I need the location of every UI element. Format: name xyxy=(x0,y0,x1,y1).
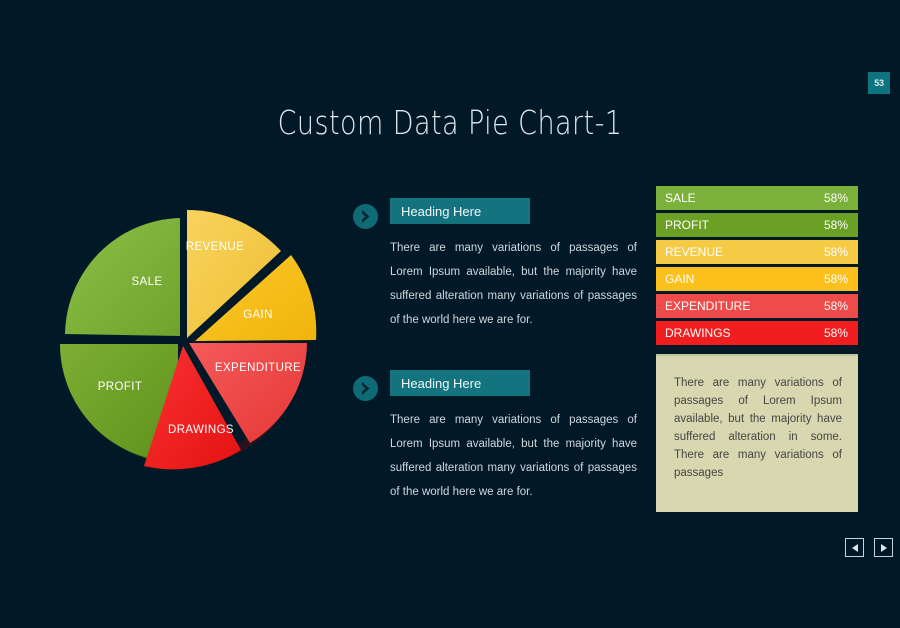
content-column: Heading Here There are many variations o… xyxy=(352,198,637,534)
triangle-right-icon xyxy=(880,543,887,552)
legend-label-expenditure: EXPENDITURE xyxy=(665,299,751,313)
page-title: Custom Data Pie Chart-1 xyxy=(277,103,623,142)
legend-label-revenue: REVENUE xyxy=(665,245,724,259)
pie-chart-svg: SALE PROFIT REVENUE GAIN EXPENDITURE DRA… xyxy=(60,209,317,470)
previous-slide-button[interactable] xyxy=(845,538,864,557)
pie-slice-label-expenditure: EXPENDITURE xyxy=(215,362,301,374)
section-heading-1: Heading Here xyxy=(390,198,530,224)
pie-slice-label-profit: PROFIT xyxy=(98,381,143,393)
section-body-2: There are many variations of passages of… xyxy=(390,414,637,498)
legend-value-drawings: 58% xyxy=(823,326,848,340)
content-block-1: Heading Here There are many variations o… xyxy=(352,198,637,332)
page-number-badge: 53 xyxy=(868,72,890,94)
legend-value-gain: 58% xyxy=(823,272,848,286)
pie-slice-label-gain: GAIN xyxy=(243,309,273,321)
legend-label-profit: PROFIT xyxy=(665,218,709,232)
slide-canvas: 53 Custom Data Pie Chart-1 SALE PROFIT R… xyxy=(0,0,900,628)
section-body-1: There are many variations of passages of… xyxy=(390,242,637,326)
pie-slice-label-revenue: REVENUE xyxy=(186,241,244,253)
chevron-right-circle-icon[interactable] xyxy=(352,375,379,402)
note-box-text: There are many variations of passages of… xyxy=(674,377,842,479)
note-box: There are many variations of passages of… xyxy=(656,354,858,512)
content-block-2: Heading Here There are many variations o… xyxy=(352,370,637,504)
chevron-right-circle-icon[interactable] xyxy=(352,203,379,230)
legend-row-revenue[interactable]: REVENUE 58% xyxy=(656,240,858,264)
section-heading-2: Heading Here xyxy=(390,370,530,396)
pie-slice-label-sale: SALE xyxy=(131,276,162,288)
legend-label-sale: SALE xyxy=(665,191,696,205)
slide-navigation xyxy=(845,538,893,557)
legend-value-revenue: 58% xyxy=(823,245,848,259)
legend-row-expenditure[interactable]: EXPENDITURE 58% xyxy=(656,294,858,318)
legend-row-drawings[interactable]: DRAWINGS 58% xyxy=(656,321,858,345)
legend-row-gain[interactable]: GAIN 58% xyxy=(656,267,858,291)
pie-slice-label-drawings: DRAWINGS xyxy=(168,424,234,436)
legend-list: SALE 58% PROFIT 58% REVENUE 58% GAIN 58%… xyxy=(656,186,858,348)
pie-chart: SALE PROFIT REVENUE GAIN EXPENDITURE DRA… xyxy=(38,188,333,488)
legend-row-sale[interactable]: SALE 58% xyxy=(656,186,858,210)
legend-row-profit[interactable]: PROFIT 58% xyxy=(656,213,858,237)
triangle-left-icon xyxy=(851,543,858,552)
legend-label-drawings: DRAWINGS xyxy=(665,326,731,340)
legend-value-profit: 58% xyxy=(823,218,848,232)
legend-value-sale: 58% xyxy=(823,191,848,205)
legend-value-expenditure: 58% xyxy=(823,299,848,313)
legend-label-gain: GAIN xyxy=(665,272,695,286)
next-slide-button[interactable] xyxy=(874,538,893,557)
pie-slice-sale[interactable]: SALE xyxy=(65,218,180,336)
